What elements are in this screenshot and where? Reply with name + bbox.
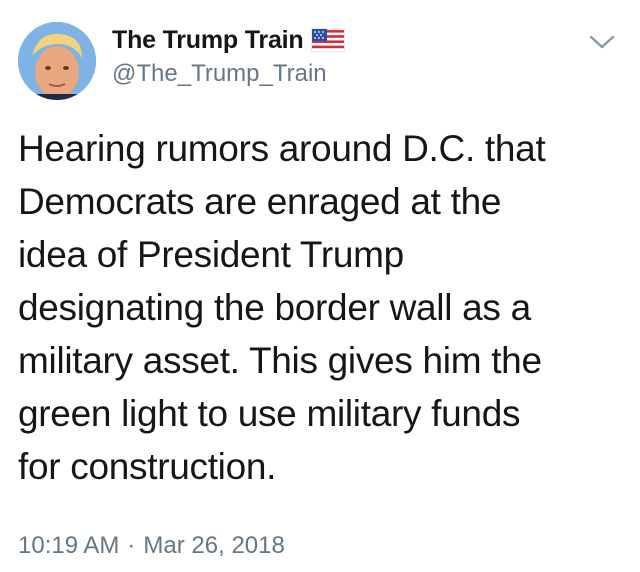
name-row: The Trump Train — [112, 24, 346, 56]
display-name[interactable]: The Trump Train — [112, 26, 304, 55]
tweet-time: 10:19 AM — [18, 532, 120, 559]
tweet-timestamp[interactable]: 10:19 AM · Mar 26, 2018 — [18, 532, 285, 560]
us-flag-icon — [310, 27, 346, 53]
avatar[interactable] — [18, 22, 96, 100]
tweet-card: The Trump Train @The_Trump_Train Hearing… — [0, 0, 640, 572]
avatar-photo — [18, 22, 96, 100]
tweet-date: Mar 26, 2018 — [143, 532, 285, 559]
tweet-text: Hearing rumors around D.C. that Democrat… — [18, 128, 546, 487]
timestamp-separator: · — [127, 532, 136, 559]
author-block: The Trump Train @The_Trump_Train — [112, 24, 346, 88]
handle[interactable]: @The_Trump_Train — [112, 60, 345, 88]
chevron-down-icon[interactable] — [588, 32, 616, 52]
